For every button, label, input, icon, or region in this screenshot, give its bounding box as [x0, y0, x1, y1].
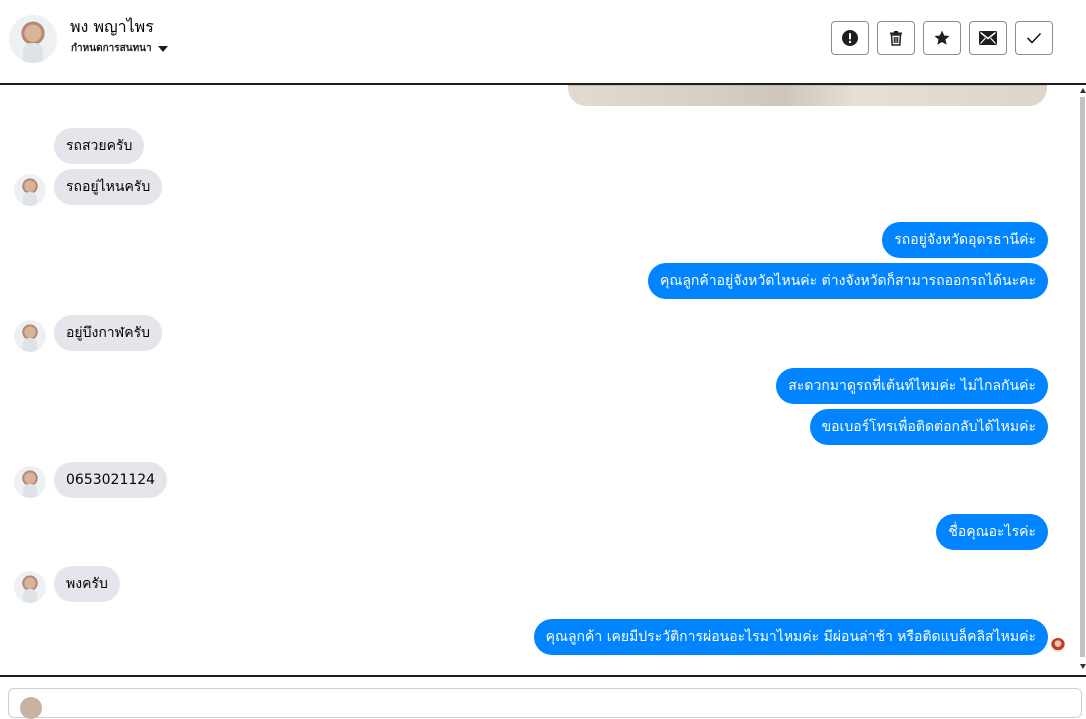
conversation-toolbar: [831, 21, 1053, 55]
star-button[interactable]: [923, 21, 961, 55]
incoming-message[interactable]: 0653021124: [54, 462, 168, 498]
contact-avatar[interactable]: [9, 15, 57, 63]
outgoing-message[interactable]: สะดวกมาดูรถที่เต้นท์ไหมค่ะ ไม่ไกลกันค่ะ: [776, 368, 1048, 404]
seen-receipt-avatar: [1051, 638, 1065, 652]
outgoing-message[interactable]: คุณลูกค้าอยู่จังหวัดไหนค่ะ ต่างจังหวัดก็…: [647, 263, 1048, 299]
contact-avatar-small[interactable]: [14, 320, 46, 352]
incoming-message[interactable]: พงครับ: [54, 566, 120, 602]
shared-photo-attachment[interactable]: [568, 85, 1047, 106]
reply-composer[interactable]: [8, 688, 1082, 718]
incoming-message[interactable]: อยู่บึงกาฬครับ: [54, 315, 163, 351]
caret-down-icon: [157, 45, 168, 52]
contact-avatar-small[interactable]: [14, 174, 46, 206]
message-thread[interactable]: รถสวยครับ รถอยู่ไหนครับ รถอยู่จังหวัดอุด…: [0, 85, 1078, 675]
report-button[interactable]: [831, 21, 869, 55]
contact-avatar-small[interactable]: [14, 466, 46, 498]
scrollbar-thumb[interactable]: [1080, 97, 1085, 657]
scroll-up-arrow-icon[interactable]: [1080, 88, 1086, 93]
conversation-header: พง พญาไพร กำหนดการสนทนา: [0, 0, 1086, 85]
contact-avatar-small[interactable]: [14, 571, 46, 603]
conversation-schedule-label: กำหนดการสนทนา: [71, 43, 152, 54]
mark-done-button[interactable]: [1015, 21, 1053, 55]
incoming-message[interactable]: รถสวยครับ: [54, 128, 145, 164]
outgoing-message[interactable]: คุณลูกค้า เคยมีประวัติการผ่อนอะไรมาไหมค่…: [533, 619, 1048, 655]
composer-divider: [0, 675, 1086, 677]
composer-avatar: [20, 697, 42, 719]
outgoing-message[interactable]: ขอเบอร์โทรเพื่อติดต่อกลับได้ไหมค่ะ: [809, 409, 1048, 445]
delete-button[interactable]: [877, 21, 915, 55]
envelope-icon: [979, 31, 997, 45]
conversation-schedule-dropdown[interactable]: กำหนดการสนทนา: [71, 41, 168, 56]
contact-name[interactable]: พง พญาไพร: [70, 15, 154, 40]
trash-icon: [890, 31, 902, 46]
star-icon: [934, 30, 950, 45]
incoming-message[interactable]: รถอยู่ไหนครับ: [54, 169, 163, 205]
outgoing-message[interactable]: ชื่อคุณอะไรค่ะ: [936, 514, 1048, 550]
exclamation-circle-icon: [842, 30, 858, 46]
scroll-down-arrow-icon[interactable]: [1080, 664, 1086, 669]
outgoing-message[interactable]: รถอยู่จังหวัดอุดรธานีค่ะ: [882, 222, 1048, 258]
checkmark-icon: [1026, 32, 1042, 44]
mark-unread-button[interactable]: [969, 21, 1007, 55]
